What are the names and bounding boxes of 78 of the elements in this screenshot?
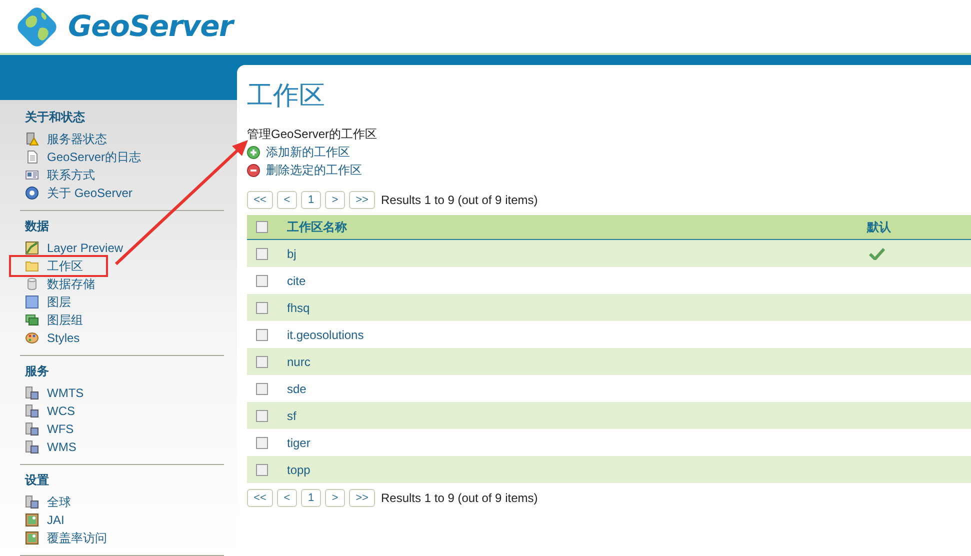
document-icon <box>25 150 39 164</box>
layer-icon <box>25 295 39 309</box>
page-description: 管理GeoServer的工作区 <box>247 126 378 143</box>
pager-button[interactable]: > <box>325 489 345 507</box>
row-checkbox[interactable] <box>256 328 268 340</box>
workspace-link[interactable]: sf <box>287 406 867 424</box>
workspace-link[interactable]: topp <box>287 460 867 478</box>
pager-button[interactable]: >> <box>349 191 375 209</box>
workspace-link[interactable]: cite <box>287 272 867 290</box>
column-header: 默认 <box>867 219 891 236</box>
pager-button[interactable]: >> <box>349 489 375 507</box>
sidebar-item[interactable]: WMS <box>20 438 224 456</box>
workspace-link[interactable]: sde <box>287 380 867 398</box>
sidebar-section-title: 关于和状态 <box>24 109 86 126</box>
sidebar-section-title: 数据 <box>24 218 50 235</box>
workspace-link[interactable]: bj <box>287 244 867 262</box>
server-warning-icon <box>25 132 39 146</box>
layers-icon <box>25 313 39 327</box>
select-all-checkbox[interactable] <box>256 221 268 233</box>
pager-button[interactable]: << <box>247 191 273 209</box>
server-icon <box>25 386 39 400</box>
sidebar-item[interactable]: 全球 <box>20 493 224 511</box>
pager-button[interactable]: < <box>277 489 297 507</box>
pager-button[interactable]: 1 <box>301 489 321 507</box>
sidebar-section-title: 服务 <box>24 363 50 380</box>
server-icon <box>25 422 39 436</box>
logo-text: GeoServer <box>68 8 233 45</box>
sidebar-item[interactable]: Styles <box>20 329 224 347</box>
sidebar-item[interactable]: 覆盖率访问 <box>20 529 224 547</box>
sidebar-item[interactable]: WFS <box>20 420 224 438</box>
map-icon <box>25 241 39 255</box>
pager-button[interactable]: > <box>325 191 345 209</box>
row-checkbox[interactable] <box>256 382 268 394</box>
sidebar-item[interactable]: 关于 GeoServer <box>20 184 224 202</box>
sidebar-item[interactable]: 图层组 <box>20 311 224 329</box>
column-header: 工作区名称 <box>287 219 348 236</box>
database-icon <box>25 277 39 291</box>
server-icon <box>25 440 39 454</box>
sidebar-item[interactable]: WCS <box>20 402 224 420</box>
pager-button[interactable]: << <box>247 489 273 507</box>
results-summary: Results 1 to 9 (out of 9 items) <box>381 490 538 507</box>
sidebar-item[interactable]: WMTS <box>20 384 224 402</box>
row-checkbox[interactable] <box>256 464 268 476</box>
workspace-link[interactable]: tiger <box>287 434 867 452</box>
workspace-link[interactable]: fhsq <box>287 298 867 316</box>
help-icon <box>25 186 39 200</box>
image-icon <box>25 531 39 545</box>
results-summary: Results 1 to 9 (out of 9 items) <box>381 192 538 209</box>
sidebar-item[interactable]: GeoServer的日志 <box>20 148 224 166</box>
sidebar-section-title: 设置 <box>24 472 50 489</box>
remove-icon <box>247 164 260 176</box>
add-workspace-link[interactable]: 添加新的工作区 <box>247 143 350 161</box>
row-checkbox[interactable] <box>256 248 268 260</box>
contact-card-icon <box>25 168 39 182</box>
sidebar-item[interactable]: 工作区 <box>11 257 106 275</box>
row-checkbox[interactable] <box>256 410 268 422</box>
sidebar-item[interactable]: JAI <box>20 511 224 529</box>
server-icon <box>25 495 39 509</box>
palette-icon <box>25 331 39 345</box>
folder-icon <box>25 259 39 273</box>
workspace-link[interactable]: it.geosolutions <box>287 326 867 344</box>
server-icon <box>25 404 39 418</box>
row-checkbox[interactable] <box>256 356 268 368</box>
sidebar-item[interactable]: 联系方式 <box>20 166 224 184</box>
pager-button[interactable]: 1 <box>301 191 321 209</box>
page-title: 工作区 <box>247 79 326 112</box>
workspace-link[interactable]: nurc <box>287 352 867 370</box>
row-checkbox[interactable] <box>256 302 268 314</box>
remove-workspace-link[interactable]: 删除选定的工作区 <box>247 161 362 179</box>
add-icon <box>247 146 260 158</box>
row-checkbox[interactable] <box>256 436 268 448</box>
sidebar-item[interactable]: 数据存储 <box>20 275 224 293</box>
image-icon <box>25 513 39 527</box>
pager-button[interactable]: < <box>277 191 297 209</box>
row-checkbox[interactable] <box>256 274 268 286</box>
sidebar-item[interactable]: Layer Preview <box>20 239 224 257</box>
sidebar-item[interactable]: 服务器状态 <box>20 130 224 148</box>
sidebar-item[interactable]: 图层 <box>20 293 224 311</box>
